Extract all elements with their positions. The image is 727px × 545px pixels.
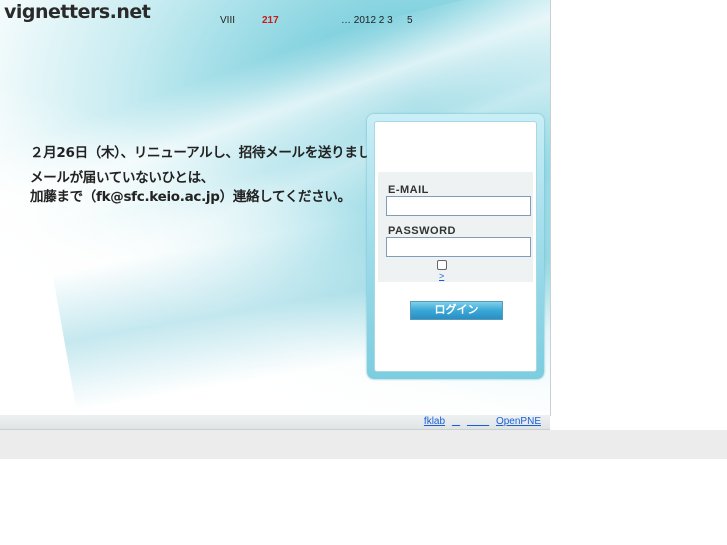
announcement-line: メールが届いていないひとは、 bbox=[30, 170, 214, 186]
login-panel: E-MAIL PASSWORD > ログイン bbox=[367, 114, 544, 379]
date-text: … 2012 2 3 bbox=[341, 15, 393, 26]
footer-link-openpne[interactable]: OpenPNE bbox=[496, 416, 541, 427]
announcement: ２月26日（木）、リニューアルし、招待メールを送りました。 メールが届いていない… bbox=[30, 144, 397, 207]
login-form: E-MAIL PASSWORD > ログイン bbox=[374, 121, 537, 372]
footer-link-fklab[interactable]: fklab bbox=[424, 416, 445, 427]
forgot-password-link[interactable]: > bbox=[439, 271, 474, 281]
announcement-line: 加藤まで（fk@sfc.keio.ac.jp）連絡してください。 bbox=[30, 189, 351, 205]
remember-checkbox[interactable] bbox=[437, 260, 447, 270]
member-count: 217 bbox=[262, 15, 279, 26]
topbar-item: VIII bbox=[220, 15, 236, 26]
password-field[interactable] bbox=[386, 237, 531, 257]
header-banner: vignetters.net VIII 217 … 2012 2 3 5 ２月2… bbox=[0, 0, 551, 416]
gray-band bbox=[0, 430, 727, 459]
login-button[interactable]: ログイン bbox=[410, 301, 503, 320]
email-label: E-MAIL bbox=[388, 184, 429, 196]
footer-link[interactable] bbox=[467, 416, 489, 427]
password-label: PASSWORD bbox=[388, 225, 456, 237]
footer-links: fklab OpenPNE bbox=[420, 416, 541, 427]
site-logo[interactable]: vignetters.net bbox=[4, 1, 151, 23]
footer-link[interactable] bbox=[452, 416, 460, 427]
email-field[interactable] bbox=[386, 196, 531, 216]
announcement-line: ２月26日（木）、リニューアルし、招待メールを送りました。 bbox=[30, 145, 398, 161]
topbar-item: 5 bbox=[407, 15, 413, 26]
